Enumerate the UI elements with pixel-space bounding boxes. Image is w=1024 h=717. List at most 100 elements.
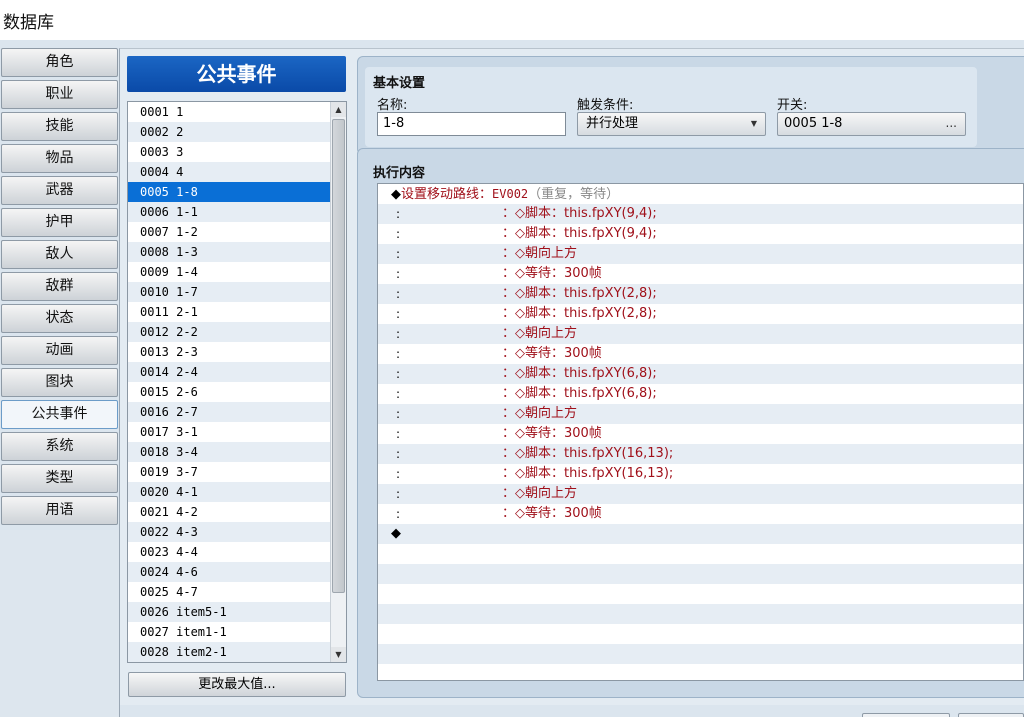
list-item[interactable]: 0002 2: [128, 122, 331, 142]
list-scrollbar[interactable]: ▲ ▼: [330, 102, 346, 662]
tab-10[interactable]: 动画: [1, 336, 118, 365]
route-sub-command: ：◇脚本：this.fpXY(6,8);: [502, 386, 657, 401]
command-line[interactable]: [378, 564, 1023, 584]
event-command-list[interactable]: ◆设置移动路线：EV002（重复，等待）: ：◇脚本：this.fpXY(9,4)…: [377, 183, 1024, 681]
tab-9[interactable]: 状态: [1, 304, 118, 333]
tab-7[interactable]: 敌人: [1, 240, 118, 269]
list-item[interactable]: 0019 3-7: [128, 462, 331, 482]
scroll-thumb[interactable]: [332, 119, 345, 593]
list-item[interactable]: 0016 2-7: [128, 402, 331, 422]
list-item[interactable]: 0004 4: [128, 162, 331, 182]
list-item[interactable]: 0027 item1-1: [128, 622, 331, 642]
trigger-select[interactable]: 并行处理 ▼: [577, 112, 766, 136]
name-label: 名称:: [377, 98, 408, 113]
command-line[interactable]: : ：◇脚本：this.fpXY(2,8);: [378, 284, 1023, 304]
tab-5[interactable]: 武器: [1, 176, 118, 205]
command-line[interactable]: [378, 584, 1023, 604]
command-line[interactable]: : ：◇等待：300帧: [378, 264, 1023, 284]
tab-4[interactable]: 物品: [1, 144, 118, 173]
command-line[interactable]: : ：◇朝向上方: [378, 484, 1023, 504]
list-item[interactable]: 0023 4-4: [128, 542, 331, 562]
route-sub-command: ：◇脚本：this.fpXY(9,4);: [502, 226, 657, 241]
command-line[interactable]: : ：◇脚本：this.fpXY(6,8);: [378, 384, 1023, 404]
command-line[interactable]: : ：◇脚本：this.fpXY(2,8);: [378, 304, 1023, 324]
command-line[interactable]: : ：◇等待：300帧: [378, 344, 1023, 364]
general-settings-title: 基本设置: [373, 76, 426, 91]
list-item[interactable]: 0003 3: [128, 142, 331, 162]
indent-colon: :: [396, 387, 401, 401]
cancel-button-partial[interactable]: [958, 713, 1024, 717]
command-line[interactable]: : ：◇脚本：this.fpXY(9,4);: [378, 204, 1023, 224]
route-sub-command: ：◇朝向上方: [502, 246, 577, 261]
list-item[interactable]: 0012 2-2: [128, 322, 331, 342]
tab-11[interactable]: 图块: [1, 368, 118, 397]
indent-colon: :: [396, 327, 401, 341]
command-line[interactable]: : ：◇脚本：this.fpXY(9,4);: [378, 224, 1023, 244]
route-sub-command: ：◇朝向上方: [502, 486, 577, 501]
list-item[interactable]: 0014 2-4: [128, 362, 331, 382]
indent-colon: :: [396, 507, 401, 521]
tab-6[interactable]: 护甲: [1, 208, 118, 237]
ok-button-partial[interactable]: [862, 713, 950, 717]
list-item[interactable]: 0006 1-1: [128, 202, 331, 222]
tab-3[interactable]: 技能: [1, 112, 118, 141]
scroll-up-arrow-icon[interactable]: ▲: [331, 102, 346, 117]
tab-15[interactable]: 用语: [1, 496, 118, 525]
indent-colon: :: [396, 227, 401, 241]
switch-select[interactable]: 0005 1-8 ...: [777, 112, 966, 136]
switch-label: 开关:: [777, 98, 808, 113]
command-line[interactable]: [378, 664, 1023, 680]
command-line[interactable]: : ：◇等待：300帧: [378, 504, 1023, 524]
indent-colon: :: [396, 487, 401, 501]
command-line[interactable]: [378, 544, 1023, 564]
list-item[interactable]: 0022 4-3: [128, 522, 331, 542]
command-line[interactable]: : ：◇脚本：this.fpXY(16,13);: [378, 464, 1023, 484]
list-item[interactable]: 0001 1: [128, 102, 331, 122]
command-line[interactable]: : ：◇朝向上方: [378, 324, 1023, 344]
list-item[interactable]: 0005 1-8: [128, 182, 331, 202]
list-item[interactable]: 0010 1-7: [128, 282, 331, 302]
change-maximum-button[interactable]: 更改最大值...: [128, 672, 346, 697]
list-item[interactable]: 0024 4-6: [128, 562, 331, 582]
scroll-down-arrow-icon[interactable]: ▼: [331, 647, 346, 662]
list-item[interactable]: 0025 4-7: [128, 582, 331, 602]
list-item[interactable]: 0008 1-3: [128, 242, 331, 262]
indent-colon: :: [396, 247, 401, 261]
list-item[interactable]: 0018 3-4: [128, 442, 331, 462]
command-line[interactable]: [378, 604, 1023, 624]
common-event-list[interactable]: 0001 1 0002 2 0003 3 0004 4 0005 1-8 0006 1-1…: [127, 101, 347, 663]
command-line[interactable]: ◆设置移动路线：EV002（重复，等待）: [378, 184, 1023, 204]
list-item[interactable]: 0015 2-6: [128, 382, 331, 402]
list-item[interactable]: 0020 4-1: [128, 482, 331, 502]
trigger-label: 触发条件:: [577, 98, 634, 113]
list-item[interactable]: 0028 item2-1: [128, 642, 331, 662]
list-item[interactable]: 0007 1-2: [128, 222, 331, 242]
list-item[interactable]: 0009 1-4: [128, 262, 331, 282]
command-line[interactable]: : ：◇脚本：this.fpXY(16,13);: [378, 444, 1023, 464]
contents-title: 执行内容: [373, 166, 426, 181]
ellipsis-icon: ...: [945, 116, 957, 130]
indent-colon: :: [396, 267, 401, 281]
name-field[interactable]: 1-8: [377, 112, 566, 136]
list-item[interactable]: 0013 2-3: [128, 342, 331, 362]
list-item[interactable]: 0011 2-1: [128, 302, 331, 322]
command-line[interactable]: : ：◇等待：300帧: [378, 424, 1023, 444]
command-line[interactable]: : ：◇朝向上方: [378, 244, 1023, 264]
tab-8[interactable]: 敌群: [1, 272, 118, 301]
command-line[interactable]: : ：◇朝向上方: [378, 404, 1023, 424]
tab-14[interactable]: 类型: [1, 464, 118, 493]
tab-12[interactable]: 公共事件: [1, 400, 118, 429]
list-item[interactable]: 0026 item5-1: [128, 602, 331, 622]
indent-colon: :: [396, 207, 401, 221]
indent-colon: :: [396, 307, 401, 321]
list-item[interactable]: 0017 3-1: [128, 422, 331, 442]
command-line[interactable]: [378, 644, 1023, 664]
command-line[interactable]: ◆: [378, 524, 1023, 544]
command-name: 设置移动路线：: [401, 187, 493, 202]
tab-2[interactable]: 职业: [1, 80, 118, 109]
tab-13[interactable]: 系统: [1, 432, 118, 461]
command-line[interactable]: : ：◇脚本：this.fpXY(6,8);: [378, 364, 1023, 384]
command-line[interactable]: [378, 624, 1023, 644]
list-item[interactable]: 0021 4-2: [128, 502, 331, 522]
tab-1[interactable]: 角色: [1, 48, 118, 77]
